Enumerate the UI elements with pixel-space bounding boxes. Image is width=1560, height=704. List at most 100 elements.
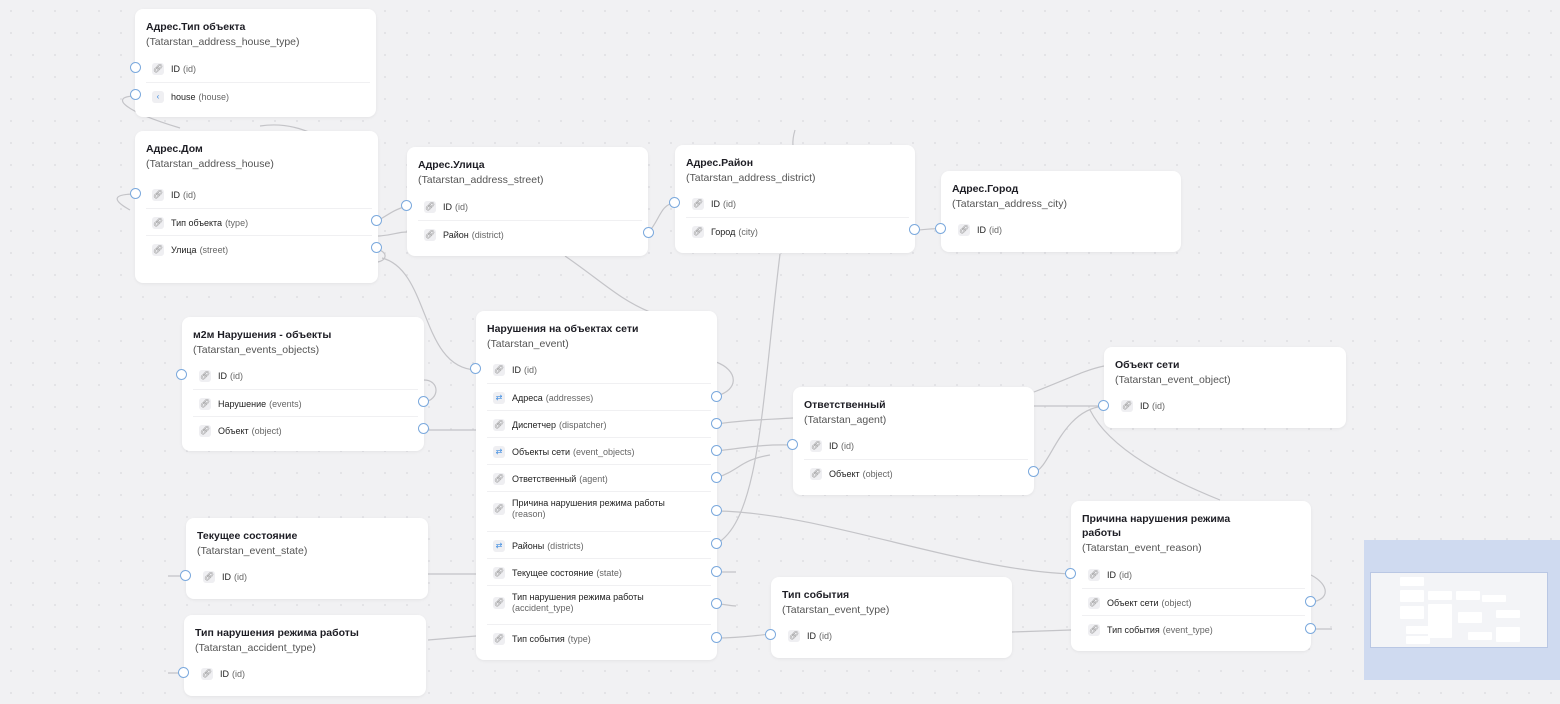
node-house-type[interactable]: Адрес.Тип объекта (Tatarstan_address_hou… [135,9,376,117]
link-icon: 🔗︎ [493,503,505,515]
field-key: (state) [596,567,622,578]
connection-handle[interactable] [787,439,798,450]
field-row[interactable]: 🔗︎ ID (id) [686,190,909,217]
minimap-node [1406,626,1430,634]
minimap[interactable] [1364,540,1560,680]
connection-handle[interactable] [1305,623,1316,634]
field-row[interactable]: 🔗︎ Район (district) [418,220,642,248]
node-title: Нарушения на объектах сети [487,323,639,335]
field-name: Улица [171,244,197,255]
node-event-type[interactable]: Тип события (Tatarstan_event_type) 🔗︎ ID… [771,577,1012,658]
node-street[interactable]: Адрес.Улица (Tatarstan_address_street) 🔗… [407,147,648,256]
node-accident-type[interactable]: Тип нарушения режима работы (Tatarstan_a… [184,615,426,696]
field-row[interactable]: 🔗︎ Нарушение (events) [193,389,418,417]
field-row[interactable]: 🔗︎ ID (id) [418,193,642,220]
field-row[interactable]: ⇄ Объекты сети (event_objects) [487,437,711,465]
field-name: Районы [512,540,545,551]
field-row[interactable]: 🔗︎ Текущее состояние (state) [487,558,711,586]
node-city[interactable]: Адрес.Город (Tatarstan_address_city) 🔗︎ … [941,171,1181,252]
field-row[interactable]: 🔗︎ ID (id) [804,432,1028,459]
connection-handle[interactable] [130,89,141,100]
field-name: Причина нарушения режима работы [512,498,665,508]
field-row[interactable]: 🔗︎ ID (id) [195,660,420,687]
minimap-node [1468,632,1492,640]
node-district[interactable]: Адрес.Район (Tatarstan_address_district)… [675,145,915,253]
connection-handle[interactable] [1065,568,1076,579]
field-key: (object) [862,468,893,479]
node-event-state[interactable]: Текущее состояние (Tatarstan_event_state… [186,518,428,599]
field-row[interactable]: 🔗︎ Объект (object) [804,459,1028,487]
field-row[interactable]: 🔗︎ ID (id) [952,216,1175,243]
connection-handle[interactable] [418,423,429,434]
field-row[interactable]: 🔗︎ ID (id) [487,356,711,383]
field-row[interactable]: ⇄ Адреса (addresses) [487,383,711,411]
field-key: (reason) [512,509,546,519]
connection-handle[interactable] [909,224,920,235]
field-row[interactable]: 🔗︎ ID (id) [1082,561,1305,588]
field-row[interactable]: 🔗︎ Тип нарушения режима работы (accident… [487,585,711,620]
field-row[interactable]: 🔗︎ Тип события (event_type) [1082,615,1305,643]
connection-handle[interactable] [711,598,722,609]
connection-handle[interactable] [371,215,382,226]
field-row[interactable]: 🔗︎ ID (id) [1115,392,1340,419]
field-row[interactable]: 🔗︎ Ответственный (agent) [487,464,711,492]
field-row[interactable]: 🔗︎ ID (id) [146,181,372,208]
node-event[interactable]: Нарушения на объектах сети (Tatarstan_ev… [476,311,717,660]
connection-handle[interactable] [935,223,946,234]
node-house[interactable]: Адрес.Дом (Tatarstan_address_house) 🔗︎ I… [135,131,378,283]
connection-handle[interactable] [180,570,191,581]
connection-handle[interactable] [418,396,429,407]
connection-handle[interactable] [130,62,141,73]
connection-handle[interactable] [1028,466,1039,477]
edge [715,253,781,545]
connection-handle[interactable] [643,227,654,238]
connection-handle[interactable] [711,418,722,429]
field-name: Район [443,229,469,240]
connection-handle[interactable] [1305,596,1316,607]
node-event-reason[interactable]: Причина нарушения режима работы (Tatarst… [1071,501,1311,651]
field-row[interactable]: 🔗︎ Тип объекта (type) [146,208,372,236]
connection-handle[interactable] [1098,400,1109,411]
field-name: Ответственный [512,473,577,484]
connection-handle[interactable] [470,363,481,374]
node-agent[interactable]: Ответственный (Tatarstan_agent) 🔗︎ ID (i… [793,387,1034,495]
connection-handle[interactable] [401,200,412,211]
field-row[interactable]: 🔗︎ Объект сети (object) [1082,588,1305,616]
field-row[interactable]: ‹ house (house) [146,82,370,110]
field-row[interactable]: 🔗︎ ID (id) [193,362,418,389]
field-row[interactable]: 🔗︎ Город (city) [686,217,909,245]
field-row[interactable]: 🔗︎ Диспетчер (dispatcher) [487,410,711,438]
edge [1033,365,1105,393]
minimap-viewport[interactable] [1370,572,1548,648]
connection-handle[interactable] [711,538,722,549]
connection-handle[interactable] [711,472,722,483]
field-row[interactable]: 🔗︎ ID (id) [146,55,370,82]
connection-handle[interactable] [176,369,187,380]
field-row[interactable]: 🔗︎ ID (id) [197,563,422,590]
field-row[interactable]: 🔗︎ ID (id) [782,622,1006,649]
field-row[interactable]: 🔗︎ Причина нарушения режима работы (reas… [487,491,711,526]
connection-handle[interactable] [130,188,141,199]
connection-handle[interactable] [765,629,776,640]
link-icon: 🔗︎ [152,62,164,75]
field-name: Текущее состояние [512,567,594,578]
edge [564,255,651,313]
node-event-object[interactable]: Объект сети (Tatarstan_event_object) 🔗︎ … [1104,347,1346,428]
connection-handle[interactable] [711,505,722,516]
field-row[interactable]: ⇄ Районы (districts) [487,531,711,559]
connection-handle[interactable] [371,242,382,253]
node-events-objects[interactable]: м2м Нарушения - объекты (Tatarstan_event… [182,317,424,451]
connection-handle[interactable] [711,632,722,643]
field-row[interactable]: 🔗︎ Объект (object) [193,416,418,444]
connection-handle[interactable] [711,566,722,577]
connection-handle[interactable] [711,445,722,456]
node-subtitle: (Tatarstan_events_objects) [193,344,320,356]
field-key: (addresses) [545,392,594,403]
link-icon: 🔗︎ [493,597,505,609]
field-row[interactable]: 🔗︎ Тип события (type) [487,624,711,652]
connection-handle[interactable] [178,667,189,678]
connection-handle[interactable] [669,197,680,208]
connection-handle[interactable] [711,391,722,402]
field-row[interactable]: 🔗︎ Улица (street) [146,235,372,263]
link-icon: 🔗︎ [1088,623,1100,636]
